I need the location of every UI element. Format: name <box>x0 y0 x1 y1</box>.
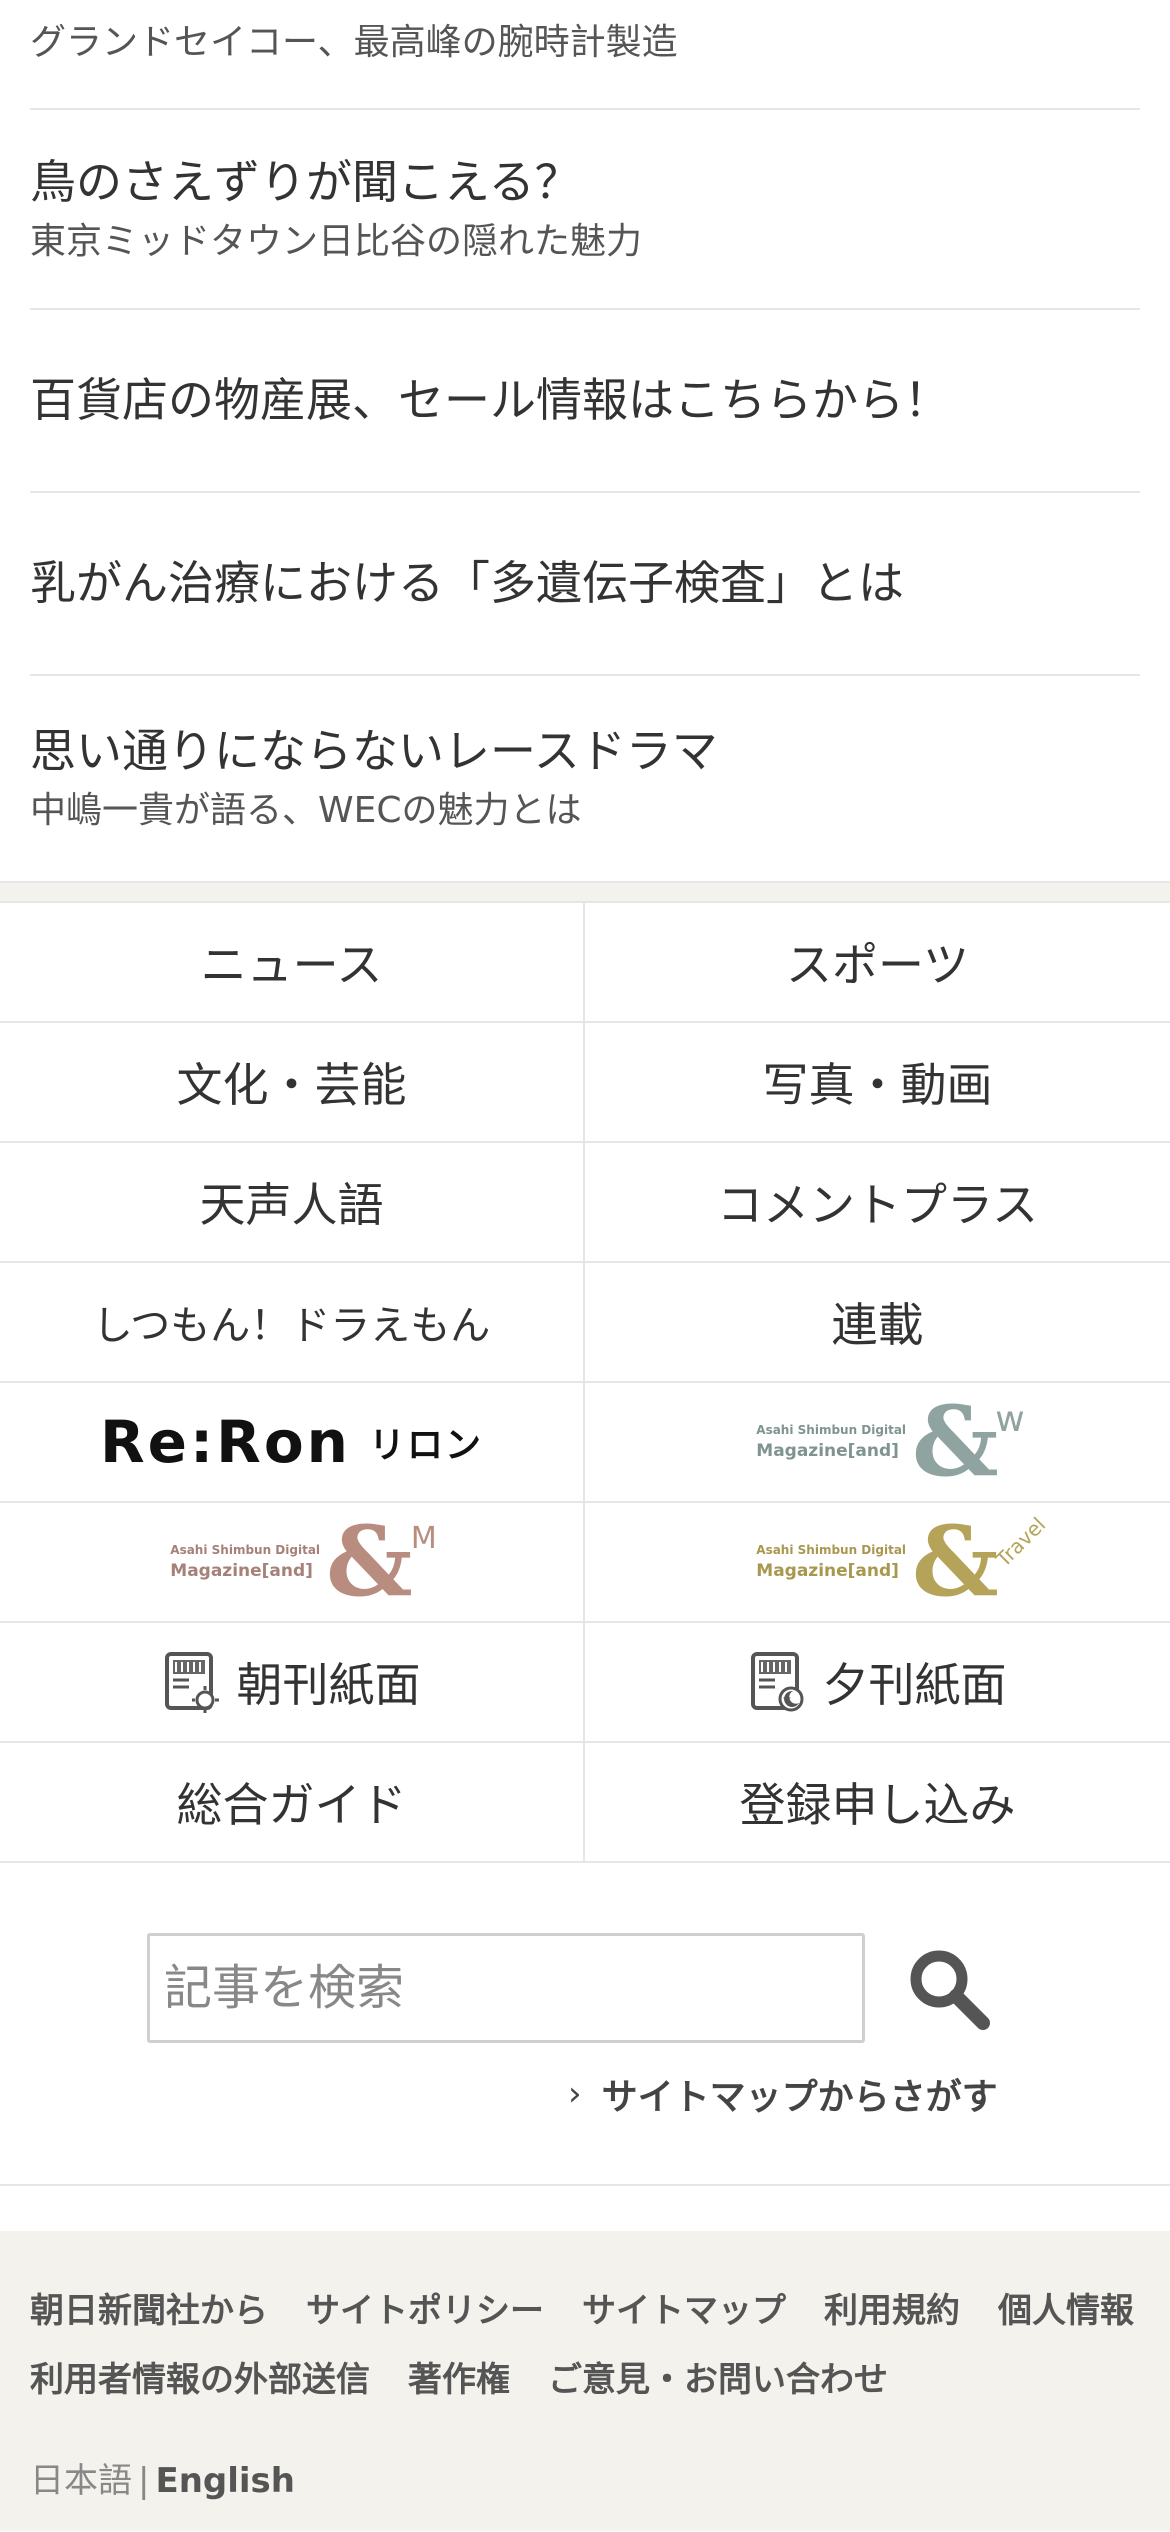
promo-title: 百貨店の物産展、セール情報はこちらから！ <box>30 373 950 428</box>
footer-link-copyright[interactable]: 著作権 <box>408 2352 510 2401</box>
nav-sports[interactable]: スポーツ <box>585 903 1170 1023</box>
search-area: › サイトマップからさがす <box>0 1863 1170 2186</box>
magazine-and-w-logo: Asahi Shimbun Digital Magazine[and] & w <box>756 1385 1025 1498</box>
footer-link-company[interactable]: 朝日新聞社から <box>30 2283 268 2332</box>
sitemap-search-link[interactable]: › サイトマップからさがす <box>568 2068 998 2120</box>
mag-m-suffix: M <box>410 1521 437 1556</box>
nav-tenseijingo[interactable]: 天声人語 <box>0 1143 583 1263</box>
mag-travel-small-text: Asahi Shimbun Digital <box>756 1543 907 1557</box>
nav-serial[interactable]: 連載 <box>585 1263 1170 1383</box>
mag-w-big-text: Magazine[and] <box>756 1441 899 1461</box>
mag-travel-suffix: Travel <box>991 1512 1051 1572</box>
morning-paper-icon <box>164 1652 219 1713</box>
nav-morning-paper[interactable]: 朝刊紙面 <box>0 1623 583 1743</box>
evening-paper-icon <box>750 1652 803 1712</box>
magazine-and-m-logo: Asahi Shimbun Digital Magazine[and] & M <box>170 1505 437 1618</box>
lang-separator: | <box>138 2461 150 2501</box>
footer-links: 朝日新聞社から サイトポリシー サイトマップ 利用規約 個人情報 利用者情報の外… <box>30 2283 1140 2401</box>
nav-magazine-and-w[interactable]: Asahi Shimbun Digital Magazine[and] & w <box>585 1383 1170 1503</box>
nav-culture[interactable]: 文化・芸能 <box>0 1023 583 1143</box>
mag-m-big-text: Magazine[and] <box>170 1561 313 1581</box>
promo-title: 鳥のさえずりが聞こえる？ <box>30 154 581 209</box>
mag-m-ampersand: & M <box>326 1505 437 1618</box>
promo-item[interactable]: 乳がん治療における「多遺伝子検査」とは <box>30 493 1140 676</box>
promo-subtitle: 中嶋一貴が語る、WECの魅力とは <box>30 790 582 832</box>
footer-link-site-policy[interactable]: サイトポリシー <box>306 2283 544 2332</box>
mag-m-small-text: Asahi Shimbun Digital <box>170 1543 321 1557</box>
lang-japanese: 日本語 <box>30 2461 132 2501</box>
mag-w-small-text: Asahi Shimbun Digital <box>756 1423 907 1437</box>
footer-link-sitemap[interactable]: サイトマップ <box>582 2283 786 2332</box>
search-icon <box>910 1950 990 2030</box>
footer-link-external-transmission[interactable]: 利用者情報の外部送信 <box>30 2352 370 2401</box>
promo-item[interactable]: グランドセイコー、最高峰の腕時計製造 <box>30 0 1140 110</box>
promo-item[interactable]: 百貨店の物産展、セール情報はこちらから！ <box>30 310 1140 493</box>
evening-paper-label: 夕刊紙面 <box>822 1658 1007 1712</box>
nav-magazine-and-travel[interactable]: Asahi Shimbun Digital Magazine[and] & Tra… <box>585 1503 1170 1623</box>
reron-logo: Re:Ron リロン <box>100 1408 483 1476</box>
nav-photo-video[interactable]: 写真・動画 <box>585 1023 1170 1143</box>
promo-title: 思い通りにならないレースドラマ <box>30 724 718 779</box>
language-switcher: 日本語 | English <box>30 2453 1140 2502</box>
footer-link-privacy[interactable]: 個人情報 <box>998 2283 1134 2332</box>
mag-w-suffix: w <box>995 1399 1025 1440</box>
morning-paper-label: 朝刊紙面 <box>236 1658 421 1712</box>
section-nav-grid: ニュース スポーツ 文化・芸能 写真・動画 天声人語 コメントプラス しつもん！… <box>0 901 1170 1863</box>
footer: 朝日新聞社から サイトポリシー サイトマップ 利用規約 個人情報 利用者情報の外… <box>0 2231 1170 2531</box>
nav-comment-plus[interactable]: コメントプラス <box>585 1143 1170 1263</box>
section-divider-band <box>0 881 1170 901</box>
promo-item[interactable]: 鳥のさえずりが聞こえる？ 東京ミッドタウン日比谷の隠れた魅力 <box>30 110 1140 310</box>
nav-register[interactable]: 登録申し込み <box>585 1743 1170 1863</box>
reron-logo-kana: リロン <box>368 1425 483 1466</box>
reron-logo-text: Re:Ron <box>99 1408 351 1476</box>
mag-travel-big-text: Magazine[and] <box>756 1561 899 1581</box>
nav-guide[interactable]: 総合ガイド <box>0 1743 583 1863</box>
nav-reron[interactable]: Re:Ron リロン <box>0 1383 583 1503</box>
promo-list: グランドセイコー、最高峰の腕時計製造 鳥のさえずりが聞こえる？ 東京ミッドタウン… <box>0 0 1170 881</box>
spacer <box>0 2186 1170 2231</box>
search-button[interactable] <box>905 1945 991 2031</box>
mag-w-ampersand: & w <box>912 1385 1025 1498</box>
nav-doraemon[interactable]: しつもん！ドラえもん <box>0 1263 583 1383</box>
nav-evening-paper[interactable]: 夕刊紙面 <box>585 1623 1170 1743</box>
magazine-and-travel-logo: Asahi Shimbun Digital Magazine[and] & Tra… <box>756 1505 1051 1618</box>
mag-travel-ampersand: & Travel <box>912 1505 1051 1618</box>
lang-english-link[interactable]: English <box>155 2461 295 2501</box>
footer-link-contact[interactable]: ご意見・お問い合わせ <box>548 2352 888 2401</box>
promo-item[interactable]: 思い通りにならないレースドラマ 中嶋一貴が語る、WECの魅力とは <box>30 676 1140 881</box>
promo-subtitle: 東京ミッドタウン日比谷の隠れた魅力 <box>30 220 643 262</box>
sitemap-search-label: サイトマップからさがす <box>601 2077 998 2118</box>
chevron-right-icon: › <box>568 2074 582 2114</box>
nav-magazine-and-m[interactable]: Asahi Shimbun Digital Magazine[and] & M <box>0 1503 583 1623</box>
promo-subtitle: グランドセイコー、最高峰の腕時計製造 <box>30 22 678 63</box>
nav-news[interactable]: ニュース <box>0 903 583 1023</box>
footer-link-terms[interactable]: 利用規約 <box>824 2283 960 2332</box>
promo-title: 乳がん治療における「多遺伝子検査」とは <box>30 556 904 611</box>
search-input[interactable] <box>147 1933 865 2043</box>
